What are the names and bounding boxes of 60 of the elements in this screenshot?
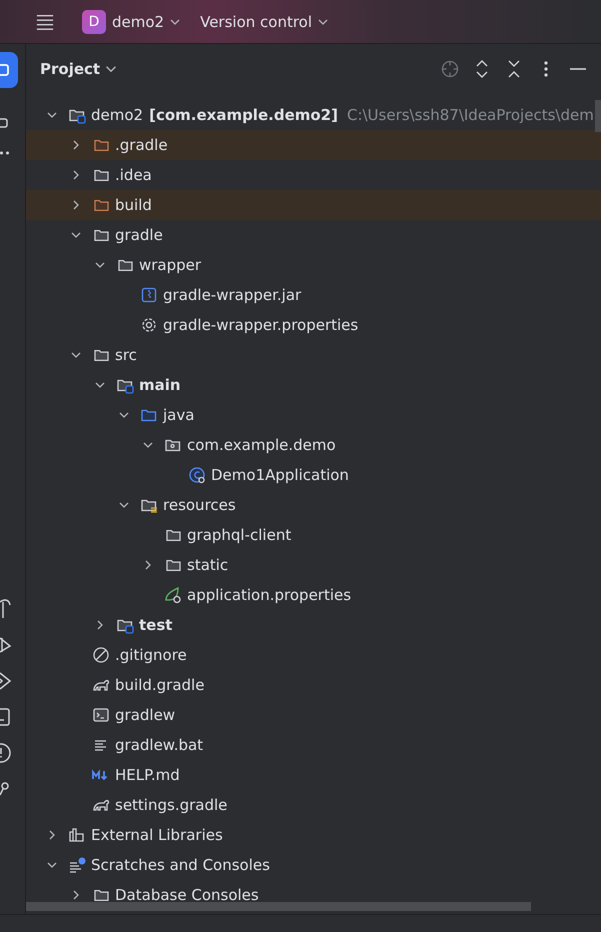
tree-item-label[interactable]: com.example.demo (187, 436, 336, 454)
tree-item-label[interactable]: Scratches and Consoles (91, 856, 270, 874)
folder-icon (94, 140, 108, 150)
folder-icon (94, 170, 108, 180)
project-tool-button[interactable] (0, 52, 18, 88)
tree-item-label[interactable]: .gitignore (115, 646, 187, 664)
blocked-icon (92, 646, 110, 664)
folder-icon (94, 200, 108, 210)
folder-icon (94, 230, 108, 240)
tree-item-label[interactable]: demo2 (91, 106, 144, 124)
tree-item-label[interactable]: build (115, 196, 152, 214)
archive-icon (140, 286, 158, 304)
terminal-icon (92, 706, 110, 724)
tree-item-label[interactable]: .gradle (115, 136, 168, 154)
locate-icon[interactable] (441, 60, 459, 78)
tree-item-label[interactable]: settings.gradle (115, 796, 228, 814)
tree-item-label[interactable]: Database Consoles (115, 886, 259, 904)
folder-icon (166, 530, 180, 540)
vertical-scrollbar[interactable] (595, 100, 601, 132)
tree-item-label[interactable]: build.gradle (115, 676, 204, 694)
tree-item-label[interactable]: test (139, 616, 172, 634)
tree-item-label[interactable]: graphql-client (187, 526, 292, 544)
menu-icon[interactable] (36, 12, 54, 30)
workspace-switcher[interactable]: D demo2 (82, 10, 180, 34)
leaf-icon (164, 586, 182, 604)
tree-item-label[interactable]: gradlew.bat (115, 736, 204, 754)
class-icon (188, 466, 206, 484)
chevron-down-icon (170, 16, 180, 26)
tree-item-label[interactable]: java (163, 406, 194, 424)
library-icon (68, 826, 86, 844)
tree-item-label[interactable]: application.properties (187, 586, 352, 604)
tree-item-label[interactable]: Demo1Application (211, 466, 349, 484)
tree-item-label[interactable]: main (139, 376, 181, 394)
tree-item-label[interactable]: src (115, 346, 137, 364)
tree-item-label[interactable]: .idea (115, 166, 152, 184)
module-name: [com.example.demo2] (149, 106, 338, 124)
tree-item-label[interactable]: static (187, 556, 228, 574)
tree-item-label[interactable]: gradle (115, 226, 163, 244)
project-badge: D (82, 10, 106, 34)
excluded-tree-row[interactable]: build (26, 190, 601, 220)
tree-item-label[interactable]: wrapper (139, 256, 202, 274)
project-view-selector[interactable]: Project (40, 60, 116, 78)
tree-item-label[interactable]: resources (163, 496, 236, 514)
chevron-down-icon (318, 16, 328, 26)
version-control-menu[interactable]: Version control (200, 12, 328, 30)
folder-icon (118, 260, 132, 270)
folder-icon (166, 560, 180, 570)
project-path: C:\Users\ssh87\IdeaProjects\dem (346, 106, 594, 124)
window-icon (0, 63, 10, 77)
tree-item-label[interactable]: HELP.md (115, 766, 180, 784)
chevron-down-icon (106, 66, 116, 72)
excluded-tree-row[interactable]: .gradle (26, 130, 601, 160)
horizontal-scrollbar[interactable] (26, 902, 531, 911)
tree-item-label[interactable]: gradle-wrapper.jar (163, 286, 302, 304)
tree-item-label[interactable]: gradlew (115, 706, 176, 724)
scratches-icon (68, 856, 86, 874)
tree-item-label[interactable]: gradle-wrapper.properties (163, 316, 358, 334)
gear-icon (140, 316, 158, 334)
folder-icon (94, 350, 108, 360)
tree-item-label[interactable]: External Libraries (91, 826, 223, 844)
